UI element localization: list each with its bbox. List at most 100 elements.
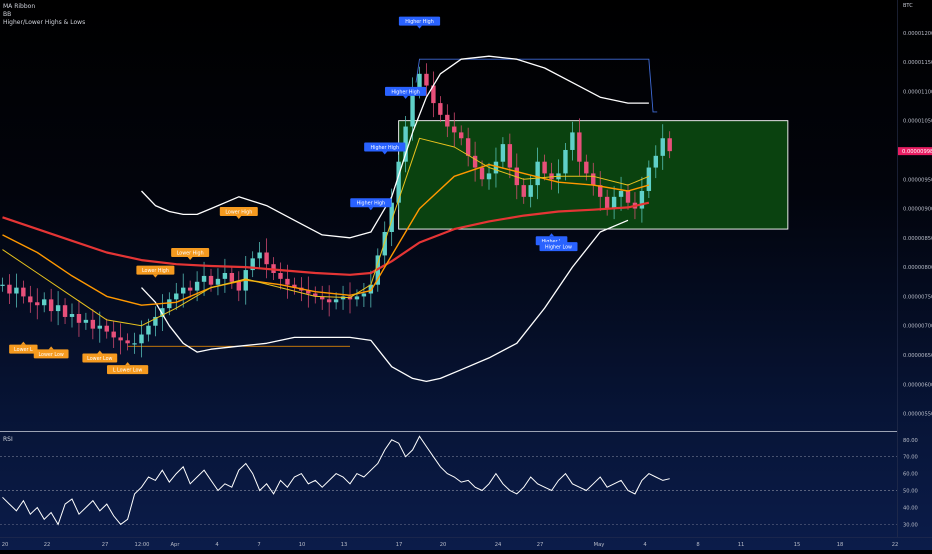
x-tick-label: 27 [537, 542, 544, 548]
candle-body [42, 299, 47, 306]
label-pointer [417, 25, 422, 29]
candle-body [132, 343, 137, 345]
x-tick-label: 4 [643, 542, 647, 548]
candle-body [97, 325, 102, 329]
candle-body [333, 299, 339, 303]
rsi-y-tick-label: 50.00 [903, 489, 918, 495]
y-tick-label: 0.00001200 [903, 31, 932, 37]
rsi-y-tick-label: 70.00 [903, 455, 918, 461]
lower-label: L Lower Low [107, 362, 149, 375]
label-text: Lower High [142, 268, 169, 274]
label-pointer [97, 350, 103, 354]
candle-body [48, 299, 54, 312]
label-text: Lower High [177, 250, 204, 256]
y-tick-label: 0.00000750 [903, 294, 932, 300]
candle-body [174, 293, 179, 300]
candle-body [69, 314, 75, 317]
y-tick-label: 0.00001100 [903, 89, 932, 95]
label-pointer [20, 341, 26, 345]
lower-label: Lower Low [33, 346, 69, 359]
candle-body [618, 190, 624, 197]
lower-label: Lower High [136, 265, 175, 278]
candle-body [472, 155, 478, 168]
candle-body [500, 144, 506, 162]
candle-body [361, 293, 367, 297]
candle-body [507, 144, 513, 168]
candle-body [611, 196, 617, 209]
indicator-label-ma-ribbon[interactable]: MA Ribbon [3, 3, 35, 11]
candle-body [264, 252, 269, 265]
candle-body [55, 305, 61, 312]
candle-body [354, 296, 360, 300]
candle-body [236, 281, 241, 291]
y-tick-label: 0.00000650 [903, 353, 932, 359]
candle-body [208, 275, 214, 285]
candle-body [410, 91, 415, 127]
label-pointer [125, 362, 131, 366]
label-text: L Lower Low [113, 368, 143, 374]
label-text: Lower L [14, 347, 33, 353]
candle-body [591, 173, 596, 186]
indicator-label-hl[interactable]: Higher/Lower Highs & Lows [3, 19, 85, 27]
candle-body [104, 325, 109, 332]
candle-body [146, 325, 151, 335]
x-tick-label: 4 [215, 542, 219, 548]
candle-body [201, 275, 207, 282]
candle-body [21, 287, 26, 297]
candle-body [465, 138, 471, 156]
candle-body [111, 331, 116, 338]
candle-body [542, 161, 547, 174]
candle-body [521, 185, 526, 197]
resistance-line [415, 58, 658, 113]
candle-body [570, 132, 575, 150]
label-text: Higher Low [545, 245, 572, 251]
x-tick-label: 20 [440, 542, 447, 548]
rsi-y-tick-label: 80.00 [903, 438, 918, 444]
candle-body [28, 296, 33, 303]
candle-body [0, 284, 5, 286]
lower-label: Lower High [171, 247, 210, 260]
candle-body [257, 252, 262, 259]
x-tick-label: 20 [2, 542, 9, 548]
candle-body [584, 161, 589, 174]
candle-body [486, 173, 492, 180]
y-tick-label: 0.00000800 [903, 265, 932, 271]
candle-body [445, 114, 450, 127]
candle-body [535, 161, 540, 186]
label-text: Higher High [391, 89, 420, 95]
candle-body [278, 272, 283, 279]
y-tick-label: 0.00000850 [903, 236, 932, 242]
label-text: Higher High [405, 19, 434, 25]
candle-body [438, 103, 443, 115]
candle-body [62, 305, 68, 317]
y-tick-label: 0.00000700 [903, 324, 932, 330]
higher-label: Higher High [385, 86, 427, 99]
indicator-label-bb[interactable]: BB [3, 11, 11, 19]
candle-body [326, 299, 332, 303]
candle-body [604, 196, 610, 209]
label-pointer [403, 95, 409, 99]
lower-label: Lower L [9, 341, 38, 354]
candle-body [14, 287, 19, 294]
candle-body [625, 190, 631, 203]
candle-body [639, 190, 645, 209]
candle-body [181, 287, 186, 294]
candle-body [76, 314, 82, 323]
candle-body [35, 302, 40, 306]
y-tick-label: 0.00001150 [903, 60, 932, 66]
x-tick-label: 12:00 [135, 542, 150, 548]
candle-body [459, 132, 464, 139]
x-tick-label: 18 [837, 542, 844, 548]
rsi-y-tick-label: 40.00 [903, 505, 918, 511]
candle-body [577, 132, 582, 162]
chart-area: 0.00001200 0.00001150 0.00001100 0.00001050… [0, 0, 932, 550]
candle-body [452, 126, 457, 133]
rsi-y-tick-label: 30.00 [903, 522, 918, 528]
label-text: Higher High [371, 145, 400, 151]
higher-label: Higher High [398, 16, 441, 29]
rsi-pane-title[interactable]: RSI [3, 436, 13, 443]
label-text: Lower Low [87, 356, 112, 362]
x-tick-label: 24 [495, 542, 502, 548]
symbol-label: BTC [903, 3, 913, 9]
candle-body [667, 138, 672, 152]
